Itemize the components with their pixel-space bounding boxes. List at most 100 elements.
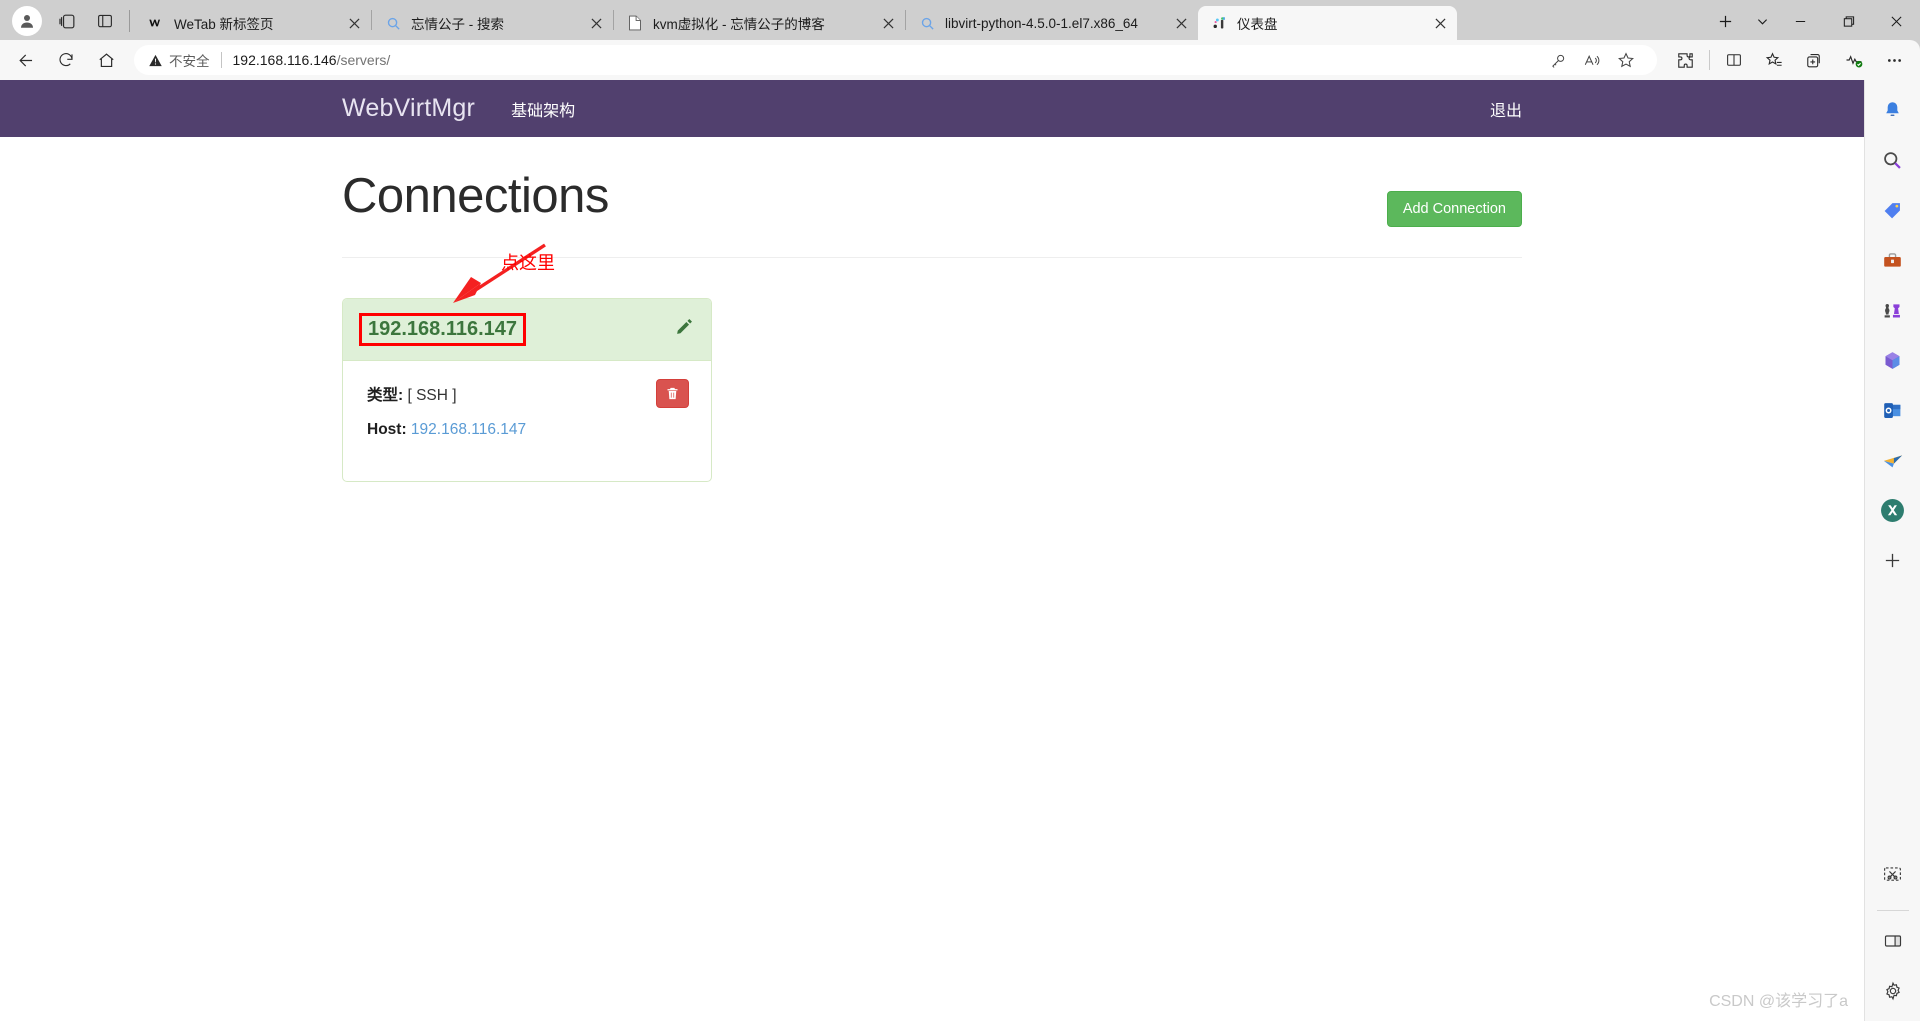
toolbar-divider bbox=[129, 10, 130, 32]
home-icon bbox=[98, 52, 114, 67]
close-window-button[interactable] bbox=[1872, 4, 1920, 38]
add-sidebar-icon[interactable] bbox=[1873, 540, 1913, 580]
chevron-down-icon bbox=[1757, 18, 1767, 25]
outlook-icon[interactable] bbox=[1873, 390, 1913, 430]
delete-connection-button[interactable] bbox=[656, 379, 689, 408]
search-icon bbox=[384, 14, 402, 32]
connection-name-link[interactable]: 192.168.116.147 bbox=[359, 313, 527, 346]
back-icon bbox=[18, 54, 32, 66]
tab-title: WeTab 新标签页 bbox=[174, 17, 274, 32]
tab-strip: WeTab 新标签页 忘情公子 - 搜索 kvm虚拟化 - 忘情公子的博客 li… bbox=[0, 0, 1920, 40]
page-header: Connections Add Connection bbox=[342, 169, 1522, 227]
tools-toolbox-icon[interactable] bbox=[1873, 240, 1913, 280]
document-icon bbox=[626, 14, 644, 32]
wetab-icon bbox=[147, 14, 165, 32]
split-screen-icon bbox=[1727, 54, 1741, 66]
collections-icon bbox=[1806, 53, 1820, 67]
microsoft-365-icon[interactable] bbox=[1873, 340, 1913, 380]
browser-essentials-icon bbox=[1846, 55, 1863, 68]
app-navbar: WebVirtMgr 基础架构 退出 bbox=[0, 80, 1864, 137]
read-aloud-icon[interactable] bbox=[1575, 45, 1609, 75]
tab-close-button[interactable] bbox=[875, 10, 901, 36]
maximize-icon bbox=[1843, 15, 1854, 27]
split-screen-button[interactable] bbox=[1714, 43, 1754, 77]
tab-list-dropdown-button[interactable] bbox=[1748, 4, 1776, 38]
browser-essentials-button[interactable] bbox=[1834, 43, 1874, 77]
tab-title: libvirt-python-4.5.0-1.el7.x86_64 bbox=[945, 15, 1138, 31]
extensions-icon bbox=[1677, 52, 1693, 68]
edge-sidebar bbox=[1864, 80, 1920, 1021]
minimize-icon bbox=[1795, 20, 1805, 22]
refresh-button[interactable] bbox=[46, 43, 86, 77]
x-app-icon[interactable] bbox=[1873, 490, 1913, 530]
split-panel-icon bbox=[98, 14, 112, 28]
person-icon bbox=[21, 15, 33, 28]
url-path: /servers/ bbox=[336, 52, 391, 68]
refresh-icon bbox=[59, 53, 73, 67]
close-icon bbox=[882, 17, 894, 29]
watermark: CSDN @该学习了a bbox=[1709, 993, 1848, 1010]
security-label: 不安全 bbox=[169, 54, 210, 69]
tab-close-button[interactable] bbox=[1427, 10, 1453, 36]
settings-more-icon bbox=[1887, 58, 1901, 62]
profile-avatar[interactable] bbox=[12, 6, 42, 36]
address-bar[interactable]: 不安全 192.168.116.146/servers/ bbox=[134, 45, 1657, 75]
trash-delete-icon bbox=[667, 387, 678, 400]
close-icon bbox=[1175, 17, 1187, 29]
pencil-edit-icon[interactable] bbox=[673, 316, 695, 343]
tab-close-button[interactable] bbox=[583, 10, 609, 36]
viewport-row: WebVirtMgr 基础架构 退出 Connections Add Conne… bbox=[0, 80, 1920, 1021]
page-container: Connections Add Connection 点这里 192.168.1… bbox=[342, 137, 1522, 482]
notifications-bell-icon[interactable] bbox=[1873, 90, 1913, 130]
home-button[interactable] bbox=[86, 43, 126, 77]
add-connection-button[interactable]: Add Connection bbox=[1386, 191, 1522, 227]
connection-card-body: 类型: [ SSH ] Host: 192.168.116.147 bbox=[343, 361, 711, 481]
logout-link[interactable]: 退出 bbox=[1490, 97, 1522, 121]
games-chess-icon[interactable] bbox=[1873, 290, 1913, 330]
browser-tab[interactable]: 忘情公子 - 搜索 bbox=[372, 6, 613, 40]
shopping-tag-icon[interactable] bbox=[1873, 190, 1913, 230]
url-host: 192.168.116.146 bbox=[232, 52, 337, 68]
app-brand[interactable]: WebVirtMgr bbox=[342, 94, 475, 123]
browser-tab[interactable]: WeTab 新标签页 bbox=[135, 6, 371, 40]
browser-tab[interactable]: kvm虚拟化 - 忘情公子的博客 bbox=[614, 6, 905, 40]
search-icon[interactable] bbox=[1873, 140, 1913, 180]
tab-list: WeTab 新标签页 忘情公子 - 搜索 kvm虚拟化 - 忘情公子的博客 li… bbox=[135, 6, 1702, 40]
browser-tab-active[interactable]: 仪表盘 bbox=[1198, 6, 1457, 40]
maximize-button[interactable] bbox=[1824, 4, 1872, 38]
toggle-sidebar-icon[interactable] bbox=[1873, 921, 1913, 961]
tabstrip-right-controls bbox=[1702, 4, 1920, 40]
connection-type-label: 类型: bbox=[367, 387, 404, 404]
security-indicator[interactable]: 不安全 bbox=[148, 50, 210, 70]
workspaces-button[interactable] bbox=[48, 2, 86, 40]
browser-tab[interactable]: libvirt-python-4.5.0-1.el7.x86_64 bbox=[906, 6, 1198, 40]
settings-more-button[interactable] bbox=[1874, 43, 1914, 77]
nav-link-infrastructure[interactable]: 基础架构 bbox=[511, 97, 575, 121]
page-title: Connections bbox=[342, 169, 609, 223]
url-text: 192.168.116.146/servers/ bbox=[233, 52, 1542, 68]
favorite-star-icon[interactable] bbox=[1609, 45, 1643, 75]
connection-card[interactable]: 点这里 192.168.116.147 类型: [SSH] Host: 19… bbox=[342, 243, 712, 482]
collections-button[interactable] bbox=[1794, 43, 1834, 77]
new-tab-button[interactable] bbox=[1702, 4, 1748, 38]
connection-host-value[interactable]: 192.168.116.147 bbox=[411, 421, 526, 438]
tab-actions-button[interactable] bbox=[86, 2, 124, 40]
password-key-icon[interactable] bbox=[1541, 45, 1575, 75]
connection-type-value: [ SSH ] bbox=[407, 387, 457, 404]
favorites-button[interactable] bbox=[1754, 43, 1794, 77]
close-icon bbox=[590, 17, 602, 29]
plus-icon bbox=[1719, 15, 1731, 27]
paper-plane-icon[interactable] bbox=[1873, 440, 1913, 480]
tab-close-button[interactable] bbox=[341, 10, 367, 36]
back-button[interactable] bbox=[6, 43, 46, 77]
extensions-button[interactable] bbox=[1665, 43, 1705, 77]
connection-type-row: 类型: [ SSH ] bbox=[367, 383, 687, 405]
sidebar-settings-icon[interactable] bbox=[1873, 971, 1913, 1011]
minimize-button[interactable] bbox=[1776, 4, 1824, 38]
close-icon bbox=[1434, 17, 1446, 29]
warning-triangle-icon bbox=[149, 54, 162, 66]
web-capture-icon[interactable] bbox=[1873, 854, 1913, 894]
omnibox-actions bbox=[1541, 45, 1643, 75]
search-icon bbox=[918, 14, 936, 32]
tab-close-button[interactable] bbox=[1168, 10, 1194, 36]
